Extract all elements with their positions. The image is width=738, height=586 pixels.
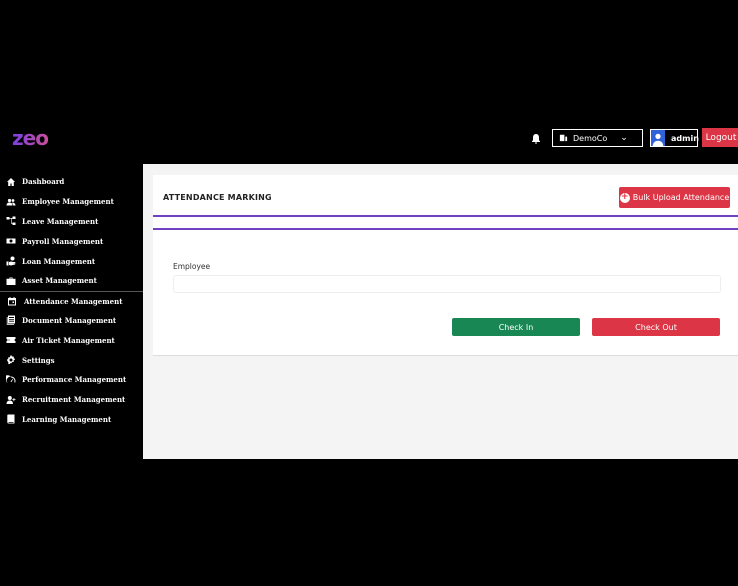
sidebar-item-loan-management[interactable]: Loan Management <box>0 251 143 271</box>
logout-button[interactable]: Logout <box>702 128 738 147</box>
attendance-card: ATTENDANCE MARKING + Bulk Upload Attenda… <box>153 175 738 356</box>
logo-text: zeo <box>12 126 49 150</box>
sidebar-item-asset-management[interactable]: Asset Management <box>0 271 143 291</box>
sidebar-item-label: Air Ticket Management <box>22 335 115 345</box>
check-out-button[interactable]: Check Out <box>592 318 720 336</box>
check-in-button[interactable]: Check In <box>452 318 580 336</box>
sidebar-item-recruitment-management[interactable]: Recruitment Management <box>0 390 143 410</box>
sidebar-item-label: Attendance Management <box>24 296 123 306</box>
sidebar: Dashboard Employee Management Leave Mana… <box>0 172 143 429</box>
chevron-down-icon: ⌄ <box>620 133 628 143</box>
sidebar-item-payroll-management[interactable]: Payroll Management <box>0 231 143 251</box>
sidebar-item-label: Employee Management <box>22 197 114 207</box>
sidebar-item-employee-management[interactable]: Employee Management <box>0 192 143 212</box>
bulk-upload-label: Bulk Upload Attendance <box>632 193 730 202</box>
sidebar-item-dashboard[interactable]: Dashboard <box>0 172 143 192</box>
sidebar-item-label: Asset Management <box>22 276 97 286</box>
sidebar-item-label: Recruitment Management <box>22 395 126 405</box>
user-name: admin <box>671 133 699 143</box>
calendar-icon <box>0 296 24 306</box>
book-icon <box>0 414 22 424</box>
sidebar-item-label: Dashboard <box>22 177 65 187</box>
company-name: DemoCo <box>573 133 608 143</box>
sidebar-item-label: Settings <box>22 355 55 365</box>
hand-money-icon <box>0 256 22 266</box>
user-avatar-icon <box>651 130 665 146</box>
briefcase-icon <box>0 276 22 286</box>
ticket-icon <box>0 335 22 345</box>
main-content: ATTENDANCE MARKING + Bulk Upload Attenda… <box>143 164 738 459</box>
user-menu[interactable]: admin <box>650 129 699 147</box>
brand-logo[interactable]: zeo <box>12 126 49 150</box>
sidebar-item-label: Payroll Management <box>22 236 104 246</box>
money-icon <box>0 236 22 246</box>
building-icon <box>559 133 568 144</box>
page-title: ATTENDANCE MARKING <box>163 193 272 202</box>
employee-label: Employee <box>173 262 211 271</box>
sidebar-item-attendance-management[interactable]: Attendance Management <box>0 290 143 311</box>
sidebar-item-label: Learning Management <box>22 414 112 424</box>
divider <box>153 215 738 217</box>
sidebar-item-label: Loan Management <box>22 256 96 266</box>
sidebar-item-settings[interactable]: Settings <box>0 350 143 370</box>
sidebar-item-air-ticket-management[interactable]: Air Ticket Management <box>0 330 143 350</box>
sidebar-item-label: Leave Management <box>22 216 99 226</box>
sidebar-item-performance-management[interactable]: Performance Management <box>0 370 143 390</box>
sitemap-icon <box>0 216 22 226</box>
divider <box>153 228 738 230</box>
users-icon <box>0 197 22 207</box>
employee-select[interactable] <box>173 275 721 293</box>
sidebar-item-label: Document Management <box>22 315 117 325</box>
gauge-icon <box>0 375 22 385</box>
gear-icon <box>0 355 22 365</box>
home-icon <box>0 177 22 187</box>
user-plus-icon <box>0 395 22 405</box>
sidebar-item-document-management[interactable]: Document Management <box>0 311 143 331</box>
company-selector[interactable]: DemoCo ⌄ <box>552 129 643 147</box>
bell-icon[interactable] <box>530 132 542 144</box>
document-icon <box>0 315 22 326</box>
plus-circle-icon: + <box>619 192 630 203</box>
bulk-upload-attendance-button[interactable]: + Bulk Upload Attendance <box>619 187 730 208</box>
sidebar-item-leave-management[interactable]: Leave Management <box>0 212 143 232</box>
sidebar-item-label: Performance Management <box>22 375 127 385</box>
sidebar-item-learning-management[interactable]: Learning Management <box>0 410 143 430</box>
